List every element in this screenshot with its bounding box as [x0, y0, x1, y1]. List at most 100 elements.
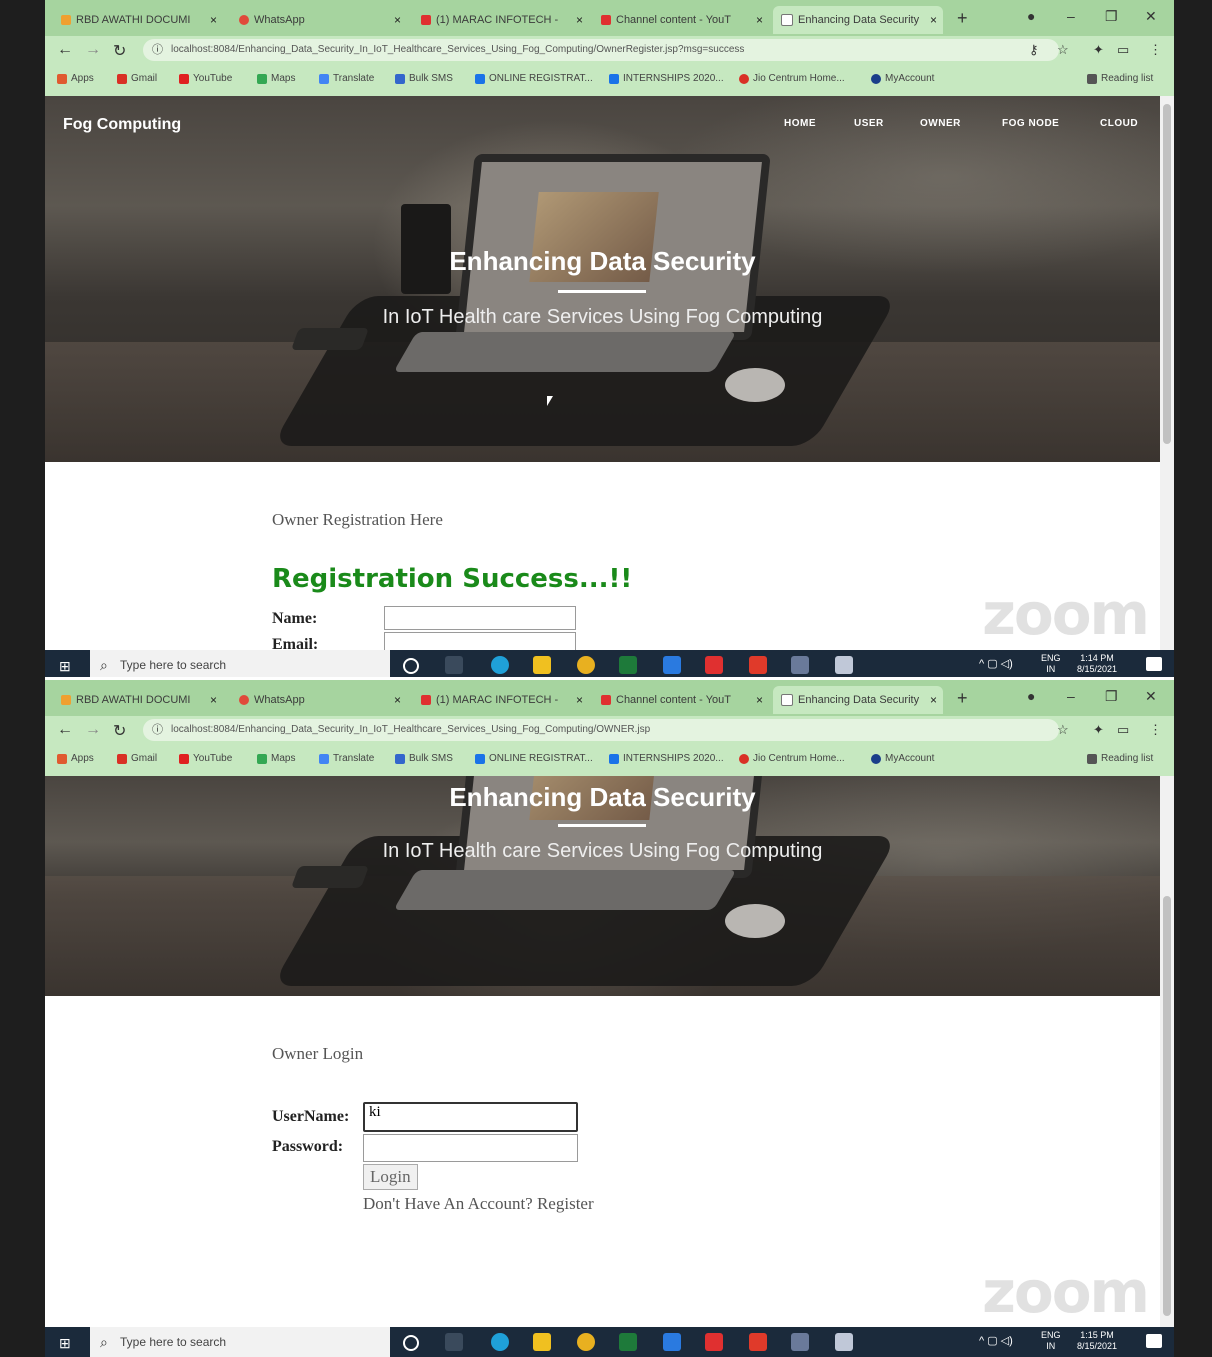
excel-icon[interactable] [619, 656, 637, 674]
tab-2[interactable]: WhatsApp × [231, 686, 407, 714]
windows-start-icon[interactable]: ⊞ [59, 1335, 71, 1352]
nav-fog-node[interactable]: FOG NODE [1002, 118, 1059, 129]
window-close-icon[interactable]: ✕ [1145, 8, 1157, 25]
bookmark-online-registration[interactable]: ONLINE REGISTRAT... [475, 73, 593, 84]
clock[interactable]: 1:14 PM 8/15/2021 [1077, 653, 1117, 675]
profile-icon[interactable]: ● [1027, 688, 1035, 704]
nav-cloud[interactable]: CLOUD [1100, 118, 1138, 129]
bookmark-apps[interactable]: Apps [57, 73, 94, 84]
extensions-icon[interactable]: ✦ [1093, 42, 1104, 58]
bookmark-translate[interactable]: Translate [319, 753, 374, 764]
tab-4[interactable]: Channel content - YouT × [593, 686, 769, 714]
netbeans-icon[interactable] [791, 656, 809, 674]
forward-icon[interactable]: → [85, 41, 101, 59]
close-icon[interactable]: × [930, 693, 937, 707]
name-field[interactable] [384, 606, 576, 630]
notification-icon[interactable] [1146, 657, 1162, 671]
bookmark-gmail[interactable]: Gmail [117, 73, 157, 84]
bookmark-translate[interactable]: Translate [319, 73, 374, 84]
tab-3[interactable]: (1) MARAC INFOTECH - × [413, 686, 589, 714]
close-icon[interactable]: × [210, 693, 217, 707]
username-input[interactable]: ki [363, 1102, 578, 1132]
language-indicator[interactable]: ENG IN [1041, 653, 1061, 675]
bookmark-myaccount[interactable]: MyAccount [871, 73, 934, 84]
task-view-icon[interactable] [445, 656, 463, 674]
minimize-icon[interactable]: – [1067, 8, 1075, 24]
tab-1[interactable]: RBD AWATHI DOCUMI × [53, 686, 223, 714]
taskbar-search[interactable]: ⌕ Type here to search [90, 1327, 390, 1357]
nav-owner[interactable]: OWNER [920, 118, 961, 129]
key-icon[interactable]: ⚷ [1029, 42, 1039, 58]
language-indicator[interactable]: ENG IN [1041, 1330, 1061, 1352]
page-scrollbar[interactable] [1160, 96, 1174, 650]
star-icon[interactable]: ☆ [1057, 42, 1069, 58]
tab-5-active[interactable]: Enhancing Data Security × [773, 6, 943, 34]
close-icon[interactable]: × [210, 13, 217, 27]
chrome-icon[interactable] [577, 1333, 595, 1351]
app-icon-red[interactable] [705, 1333, 723, 1351]
bookmark-maps[interactable]: Maps [257, 753, 295, 764]
notification-icon[interactable] [1146, 1334, 1162, 1348]
login-button[interactable]: Login [363, 1164, 418, 1190]
minimize-icon[interactable]: – [1067, 688, 1075, 704]
password-input[interactable] [363, 1134, 578, 1162]
close-icon[interactable]: × [394, 13, 401, 27]
bookmark-youtube[interactable]: YouTube [179, 753, 232, 764]
tab-4[interactable]: Channel content - YouT × [593, 6, 769, 34]
menu-kebab-icon[interactable]: ⋮ [1149, 42, 1162, 58]
url-bar[interactable]: ⓘ localhost:8084/Enhancing_Data_Security_… [143, 719, 1059, 741]
profile-icon[interactable]: ● [1027, 8, 1035, 24]
cortana-icon[interactable] [403, 1335, 419, 1351]
profile-avatar-icon[interactable]: ▭ [1117, 722, 1129, 738]
page-scrollbar[interactable] [1160, 776, 1174, 1330]
maximize-icon[interactable]: ❐ [1105, 688, 1118, 705]
nav-home[interactable]: HOME [784, 118, 816, 129]
tab-2[interactable]: WhatsApp × [231, 6, 407, 34]
windows-start-icon[interactable]: ⊞ [59, 658, 71, 675]
close-icon[interactable]: × [756, 13, 763, 27]
forward-icon[interactable]: → [85, 721, 101, 739]
reading-list[interactable]: Reading list [1087, 73, 1153, 84]
close-icon[interactable]: × [756, 693, 763, 707]
clock[interactable]: 1:15 PM 8/15/2021 [1077, 1330, 1117, 1352]
tab-5-active[interactable]: Enhancing Data Security × [773, 686, 943, 714]
app-icon-red-2[interactable] [749, 1333, 767, 1351]
maximize-icon[interactable]: ❐ [1105, 8, 1118, 25]
reload-icon[interactable]: ↻ [113, 41, 126, 61]
tray-icons[interactable]: ^ ▢ ◁) [979, 1336, 1013, 1347]
bookmark-bulk-sms[interactable]: Bulk SMS [395, 73, 453, 84]
url-bar[interactable]: ⓘ localhost:8084/Enhancing_Data_Security_… [143, 39, 1059, 61]
register-link[interactable]: Don't Have An Account? Register [363, 1194, 594, 1214]
profile-avatar-icon[interactable]: ▭ [1117, 42, 1129, 58]
bookmark-apps[interactable]: Apps [57, 753, 94, 764]
scrollbar-thumb[interactable] [1163, 896, 1171, 1316]
new-tab-button[interactable]: + [957, 688, 968, 709]
bookmark-myaccount[interactable]: MyAccount [871, 753, 934, 764]
excel-icon[interactable] [619, 1333, 637, 1351]
site-brand[interactable]: Fog Computing [63, 116, 181, 134]
close-icon[interactable]: × [576, 13, 583, 27]
extensions-icon[interactable]: ✦ [1093, 722, 1104, 738]
cortana-icon[interactable] [403, 658, 419, 674]
app-icon-red-2[interactable] [749, 656, 767, 674]
star-icon[interactable]: ☆ [1057, 722, 1069, 738]
close-icon[interactable]: × [576, 693, 583, 707]
chrome-icon[interactable] [577, 656, 595, 674]
new-tab-button[interactable]: + [957, 8, 968, 29]
file-explorer-icon[interactable] [533, 656, 551, 674]
bookmark-gmail[interactable]: Gmail [117, 753, 157, 764]
reading-list[interactable]: Reading list [1087, 753, 1153, 764]
file-explorer-icon[interactable] [533, 1333, 551, 1351]
bookmark-youtube[interactable]: YouTube [179, 73, 232, 84]
app-icon-cube[interactable] [835, 656, 853, 674]
bookmark-maps[interactable]: Maps [257, 73, 295, 84]
window-close-icon[interactable]: ✕ [1145, 688, 1157, 705]
bookmark-bulk-sms[interactable]: Bulk SMS [395, 753, 453, 764]
tab-3[interactable]: (1) MARAC INFOTECH - × [413, 6, 589, 34]
app-icon-red[interactable] [705, 656, 723, 674]
back-icon[interactable]: ← [57, 41, 73, 59]
close-icon[interactable]: × [930, 13, 937, 27]
tab-1[interactable]: RBD AWATHI DOCUMI × [53, 6, 223, 34]
taskbar-search[interactable]: ⌕ Type here to search [90, 650, 390, 677]
zoom-app-icon[interactable] [663, 656, 681, 674]
